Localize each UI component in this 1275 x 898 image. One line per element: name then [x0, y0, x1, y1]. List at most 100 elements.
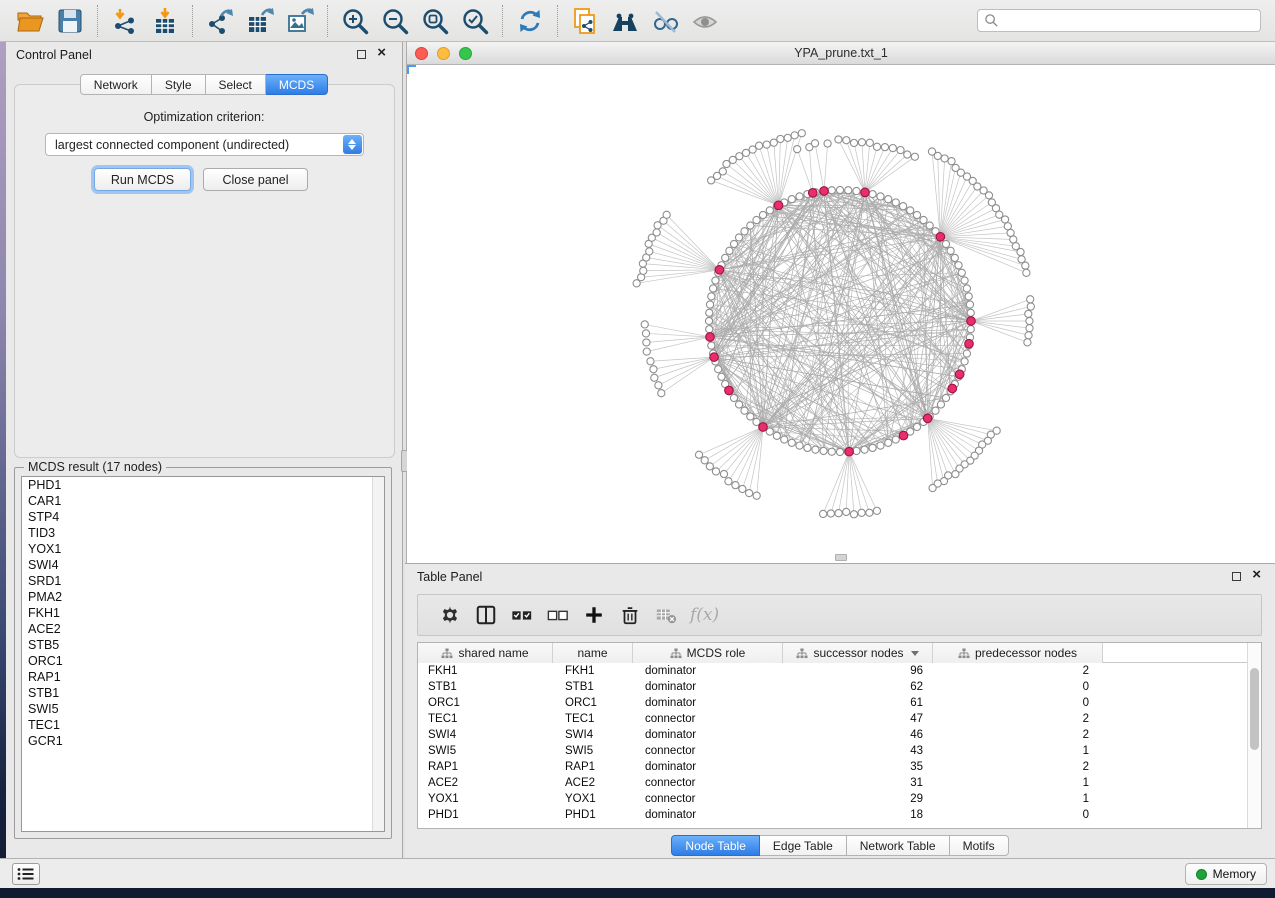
network-leaf-node[interactable] [941, 155, 948, 162]
network-node[interactable] [788, 196, 795, 203]
network-leaf-node[interactable] [881, 144, 888, 151]
list-item[interactable]: YOX1 [22, 541, 384, 557]
horizontal-splitter-grip[interactable] [835, 554, 847, 561]
list-scrollbar-track[interactable] [372, 477, 384, 831]
import-network-button[interactable] [105, 3, 145, 39]
network-node[interactable] [706, 309, 713, 316]
show-panel-list-button[interactable] [12, 863, 40, 885]
network-node[interactable] [828, 187, 835, 194]
network-node[interactable] [885, 439, 892, 446]
network-node[interactable] [942, 394, 949, 401]
table-settings-button[interactable] [432, 600, 468, 630]
list-item[interactable]: GCR1 [22, 733, 384, 749]
network-leaf-node[interactable] [746, 490, 753, 497]
network-leaf-node[interactable] [835, 136, 842, 143]
function-builder-button[interactable]: f(x) [690, 605, 719, 625]
network-leaf-node[interactable] [866, 509, 873, 516]
network-leaf-node[interactable] [911, 153, 918, 160]
network-leaf-node[interactable] [770, 139, 777, 146]
network-leaf-node[interactable] [827, 510, 834, 517]
scrollbar-thumb[interactable] [1250, 668, 1259, 750]
network-node[interactable] [920, 216, 927, 223]
network-leaf-node[interactable] [753, 492, 760, 499]
network-leaf-node[interactable] [985, 192, 992, 199]
network-leaf-node[interactable] [739, 485, 746, 492]
select-all-button[interactable] [504, 600, 540, 630]
network-leaf-node[interactable] [650, 366, 657, 373]
network-canvas[interactable] [407, 65, 1275, 563]
run-mcds-button[interactable]: Run MCDS [94, 168, 191, 191]
list-item[interactable]: FKH1 [22, 605, 384, 621]
column-header-mcds-role[interactable]: MCDS role [633, 643, 783, 663]
show-details-button[interactable] [685, 3, 725, 39]
list-item[interactable]: STB1 [22, 685, 384, 701]
network-node[interactable] [913, 211, 920, 218]
mcds-hub-node[interactable] [706, 333, 715, 342]
network-node[interactable] [726, 247, 733, 254]
table-row[interactable]: TEC1TEC1connector472 [418, 711, 1261, 727]
network-node[interactable] [718, 373, 725, 380]
network-node[interactable] [715, 366, 722, 373]
network-node[interactable] [861, 446, 868, 453]
mcds-hub-node[interactable] [725, 386, 734, 395]
network-node[interactable] [712, 277, 719, 284]
network-node[interactable] [967, 326, 974, 333]
network-node[interactable] [967, 309, 974, 316]
table-row[interactable]: ACE2ACE2connector311 [418, 775, 1261, 791]
mcds-result-list[interactable]: PHD1CAR1STP4TID3YOX1SWI4SRD1PMA2FKH1ACE2… [21, 476, 385, 832]
network-leaf-node[interactable] [695, 451, 702, 458]
network-leaf-node[interactable] [1027, 296, 1034, 303]
network-window-titlebar[interactable]: YPA_prune.txt_1 [407, 42, 1275, 65]
mcds-hub-node[interactable] [808, 189, 817, 198]
network-node[interactable] [759, 211, 766, 218]
hide-details-button[interactable] [645, 3, 685, 39]
network-leaf-node[interactable] [866, 139, 873, 146]
network-node[interactable] [845, 187, 852, 194]
zoom-out-button[interactable] [375, 3, 415, 39]
tab-network-table[interactable]: Network Table [847, 835, 950, 856]
network-node[interactable] [836, 186, 843, 193]
network-leaf-node[interactable] [712, 468, 719, 475]
export-network-button[interactable] [200, 3, 240, 39]
table-scrollbar[interactable] [1247, 643, 1261, 828]
network-node[interactable] [747, 413, 754, 420]
close-panel-icon[interactable]: × [1252, 567, 1261, 583]
network-leaf-node[interactable] [1026, 325, 1033, 332]
network-node[interactable] [730, 394, 737, 401]
table-row[interactable]: ORC1ORC1dominator610 [418, 695, 1261, 711]
network-leaf-node[interactable] [1024, 339, 1031, 346]
add-column-button[interactable] [576, 600, 612, 630]
network-leaf-node[interactable] [1023, 269, 1030, 276]
network-node[interactable] [735, 234, 742, 241]
network-leaf-node[interactable] [732, 482, 739, 489]
network-node[interactable] [741, 407, 748, 414]
table-row[interactable]: FKH1FKH1dominator962 [418, 663, 1261, 679]
column-header-name[interactable]: name [553, 643, 633, 663]
tab-motifs[interactable]: Motifs [950, 835, 1009, 856]
list-item[interactable]: TEC1 [22, 717, 384, 733]
list-item[interactable]: SWI5 [22, 701, 384, 717]
list-item[interactable]: TID3 [22, 525, 384, 541]
list-item[interactable]: ORC1 [22, 653, 384, 669]
export-table-button[interactable] [240, 3, 280, 39]
network-node[interactable] [963, 285, 970, 292]
list-item[interactable]: STB5 [22, 637, 384, 653]
list-item[interactable]: PMA2 [22, 589, 384, 605]
network-leaf-node[interactable] [653, 229, 660, 236]
network-leaf-node[interactable] [642, 330, 649, 337]
mcds-hub-node[interactable] [955, 370, 964, 379]
float-panel-icon[interactable] [357, 50, 366, 59]
network-node[interactable] [828, 448, 835, 455]
network-leaf-node[interactable] [640, 267, 647, 274]
mcds-hub-node[interactable] [899, 431, 908, 440]
tab-network[interactable]: Network [80, 74, 152, 95]
network-leaf-node[interactable] [663, 211, 670, 218]
network-search-box[interactable] [977, 9, 1261, 32]
network-leaf-node[interactable] [643, 348, 650, 355]
mcds-hub-node[interactable] [948, 384, 957, 393]
tab-mcds[interactable]: MCDS [266, 74, 328, 95]
network-node[interactable] [781, 436, 788, 443]
network-leaf-node[interactable] [1025, 332, 1032, 339]
network-leaf-node[interactable] [948, 158, 955, 165]
network-node[interactable] [892, 199, 899, 206]
